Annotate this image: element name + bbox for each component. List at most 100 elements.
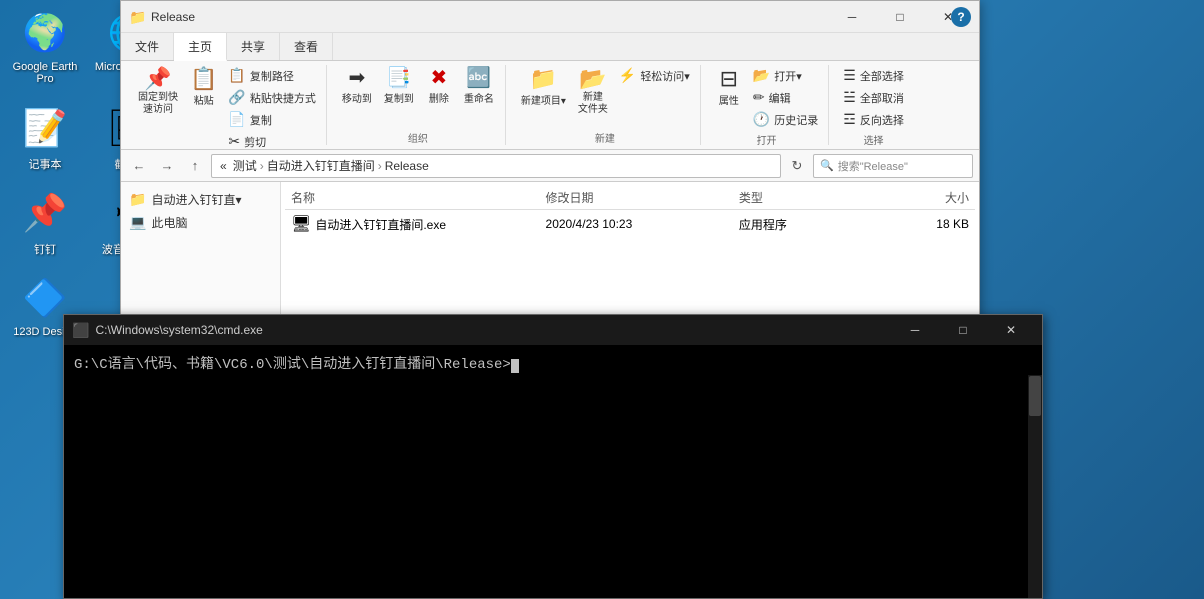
paste-button[interactable]: 📋 粘贴 <box>185 65 222 110</box>
up-button[interactable]: ↑ <box>183 154 207 178</box>
desktop-icon-google-earth[interactable]: 🌍 Google Earth Pro <box>5 5 85 89</box>
search-box[interactable]: 🔍 搜索"Release" <box>813 154 973 178</box>
easy-access-button[interactable]: ⚡ 轻松访问▾ <box>615 65 694 86</box>
col-header-size[interactable]: 大小 <box>871 189 969 206</box>
address-bar: ← → ↑ « 测试 › 自动进入钉钉直播间 › Release ↻ 🔍 搜索"… <box>121 150 979 182</box>
tab-file[interactable]: 文件 <box>121 33 174 60</box>
pin-button[interactable]: 📌 固定到快速访问 <box>133 65 183 119</box>
forward-button[interactable]: → <box>155 154 179 178</box>
cmd-prompt-text: G:\C语言\代码、书籍\VC6.0\测试\自动进入钉钉直播间\Release> <box>74 357 511 373</box>
sidebar-item-quick-access[interactable]: 📁 自动进入钉钉直▾ <box>121 188 280 211</box>
properties-button[interactable]: ⊟ 属性 <box>711 65 747 110</box>
maximize-button[interactable]: □ <box>877 1 923 33</box>
explorer-title-text: Release <box>151 10 829 24</box>
ribbon-tabs: 文件 主页 共享 查看 ? <box>121 33 979 61</box>
tab-view[interactable]: 查看 <box>280 33 333 60</box>
col-header-name[interactable]: 名称 <box>291 189 536 206</box>
refresh-button[interactable]: ↻ <box>785 154 809 178</box>
edit-icon: ✏ <box>753 89 765 106</box>
desktop-icon-notepad[interactable]: 📝 记事本 <box>5 100 85 176</box>
desktop-icon-dingding[interactable]: 📌 钉钉 <box>5 185 85 261</box>
history-icon: 🕐 <box>753 111 770 128</box>
back-button[interactable]: ← <box>127 154 151 178</box>
delete-button[interactable]: ✖ 删除 <box>421 65 457 108</box>
col-header-date[interactable]: 修改日期 <box>546 189 729 206</box>
paste-shortcut-button[interactable]: 🔗 粘贴快捷方式 <box>224 87 319 108</box>
new-item-icon: 📁 <box>530 68 557 90</box>
sidebar-item-label-quick-access: 自动进入钉钉直▾ <box>151 191 241 208</box>
deselect-all-button[interactable]: ☱ 全部取消 <box>839 87 908 108</box>
rename-icon: 🔤 <box>466 68 491 88</box>
cmd-body[interactable]: G:\C语言\代码、书籍\VC6.0\测试\自动进入钉钉直播间\Release> <box>64 345 1042 598</box>
notepad-icon: 📝 <box>21 104 69 152</box>
cmd-prompt-line: G:\C语言\代码、书籍\VC6.0\测试\自动进入钉钉直播间\Release> <box>74 353 1032 373</box>
open-label: 打开 <box>757 132 777 147</box>
cut-button[interactable]: ✂ 剪切 <box>224 131 319 152</box>
rename-button[interactable]: 🔤 重命名 <box>459 65 499 108</box>
cmd-scrollbar-thumb[interactable] <box>1029 376 1041 416</box>
cmd-window: ⬛ C:\Windows\system32\cmd.exe ─ □ ✕ G:\C… <box>63 314 1043 599</box>
clipboard-items: 📌 固定到快速访问 📋 粘贴 📋 <box>133 65 320 152</box>
cmd-close-button[interactable]: ✕ <box>988 315 1034 345</box>
new-folder-icon: 📂 <box>579 68 606 90</box>
ribbon-group-clipboard: 📌 固定到快速访问 📋 粘贴 📋 <box>127 65 327 145</box>
easy-access-icon: ⚡ <box>619 67 636 84</box>
open-button[interactable]: 📂 打开▾ <box>749 65 822 86</box>
invert-select-icon: ☲ <box>843 111 856 128</box>
ribbon-group-organize: ➡ 移动到 📑 复制到 ✖ 删除 🔤 重命名 <box>331 65 506 145</box>
tab-share[interactable]: 共享 <box>227 33 280 60</box>
ribbon-group-open: ⊟ 属性 📂 打开▾ ✏ 编辑 <box>705 65 829 145</box>
delete-icon: ✖ <box>430 68 447 88</box>
google-earth-label: Google Earth Pro <box>9 61 81 85</box>
cmd-scrollbar[interactable] <box>1028 375 1042 598</box>
new-items: 📁 新建项目▾ 📂 新建文件夹 ⚡ 轻松访问▾ <box>516 65 694 128</box>
cmd-titlebar: ⬛ C:\Windows\system32\cmd.exe ─ □ ✕ <box>64 315 1042 345</box>
history-button[interactable]: 🕐 历史记录 <box>749 109 822 130</box>
address-path[interactable]: « 测试 › 自动进入钉钉直播间 › Release <box>211 154 781 178</box>
organize-items: ➡ 移动到 📑 复制到 ✖ 删除 🔤 重命名 <box>337 65 499 128</box>
copy-path-button[interactable]: 📋 复制路径 <box>224 65 319 86</box>
new-folder-button[interactable]: 📂 新建文件夹 <box>573 65 613 119</box>
copy-to-button[interactable]: 📑 复制到 <box>379 65 419 108</box>
cmd-titlebar-buttons: ─ □ ✕ <box>892 315 1034 345</box>
copy-button[interactable]: 📄 复制 <box>224 109 319 130</box>
select-label: 选择 <box>864 132 884 147</box>
open-items: ⊟ 属性 📂 打开▾ ✏ 编辑 <box>711 65 822 130</box>
explorer-window: 📁 Release ─ □ ✕ 文件 主页 共享 查看 ? <box>120 0 980 320</box>
123d-icon: 🔷 <box>21 274 69 322</box>
table-row[interactable]: 🖥 自动进入钉钉直播间.exe 2020/4/23 10:23 应用程序 18 … <box>285 210 975 238</box>
minimize-button[interactable]: ─ <box>829 1 875 33</box>
cmd-minimize-button[interactable]: ─ <box>892 315 938 345</box>
sidebar-item-this-pc[interactable]: 💻 此电脑 <box>121 211 280 234</box>
file-date: 2020/4/23 10:23 <box>546 217 729 231</box>
help-button[interactable]: ? <box>951 7 971 27</box>
select-items: ☰ 全部选择 ☱ 全部取消 ☲ 反向选择 <box>839 65 908 130</box>
path-part-3: Release <box>385 159 429 173</box>
col-header-type[interactable]: 类型 <box>739 189 861 206</box>
google-earth-icon: 🌍 <box>21 9 69 57</box>
quick-access-folder-icon: 📁 <box>129 191 146 208</box>
copy-path-icon: 📋 <box>228 67 245 84</box>
path-part-2: 自动进入钉钉直播间 <box>267 157 375 174</box>
edit-button[interactable]: ✏ 编辑 <box>749 87 822 108</box>
move-to-button[interactable]: ➡ 移动到 <box>337 65 377 108</box>
copy-icon: 📄 <box>228 111 245 128</box>
select-all-icon: ☰ <box>843 67 856 84</box>
exe-file-icon: 🖥 <box>291 214 311 234</box>
new-item-button[interactable]: 📁 新建项目▾ <box>516 65 571 110</box>
path-part-0: « <box>220 159 227 173</box>
explorer-title-icon: 📁 <box>129 9 145 25</box>
desktop: 🌍 Google Earth Pro 🌐 Micros... Edge ☁ 📝 … <box>0 0 1204 599</box>
paste-shortcut-icon: 🔗 <box>228 89 245 106</box>
invert-select-button[interactable]: ☲ 反向选择 <box>839 109 908 130</box>
paste-icon: 📋 <box>190 68 217 90</box>
search-icon: 🔍 <box>820 159 834 172</box>
dingding-icon: 📌 <box>21 189 69 237</box>
select-all-button[interactable]: ☰ 全部选择 <box>839 65 908 86</box>
path-part-1: 测试 <box>233 157 257 174</box>
sidebar-item-label-this-pc: 此电脑 <box>151 214 187 231</box>
search-placeholder: 搜索"Release" <box>838 158 908 174</box>
cmd-maximize-button[interactable]: □ <box>940 315 986 345</box>
ribbon-group-new: 📁 新建项目▾ 📂 新建文件夹 ⚡ 轻松访问▾ <box>510 65 701 145</box>
tab-home[interactable]: 主页 <box>174 33 227 61</box>
